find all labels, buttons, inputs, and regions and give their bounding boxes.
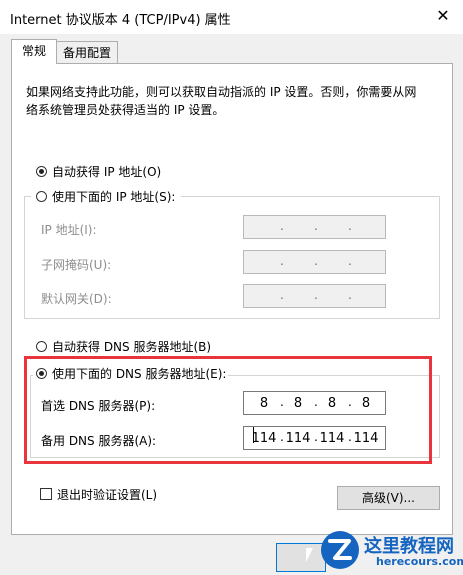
title-bar: Internet 协议版本 4 (TCP/IPv4) 属性 ✕ — [0, 0, 463, 34]
default-gateway-label: 默认网关(D): — [41, 292, 112, 306]
validate-label: 退出时验证设置(L) — [57, 488, 158, 502]
subnet-mask-field[interactable]: ... — [243, 250, 386, 274]
window-title: Internet 协议版本 4 (TCP/IPv4) 属性 — [10, 13, 231, 28]
ip-address-label: IP 地址(I): — [41, 223, 97, 237]
tab-alternate-config[interactable]: 备用配置 — [56, 41, 118, 64]
watermark-url: herecours.com — [376, 555, 463, 568]
subnet-mask-label: 子网掩码(U): — [41, 258, 112, 272]
description-line-2: 络系统管理员处获得适当的 IP 设置。 — [26, 103, 225, 117]
ip-address-field[interactable]: ... — [243, 215, 386, 239]
default-gateway-field[interactable]: ... — [243, 284, 386, 308]
auto-dns-label: 自动获得 DNS 服务器地址(B) — [52, 340, 212, 354]
radio-selected-dot — [39, 169, 44, 174]
auto-ip-label: 自动获得 IP 地址(O) — [52, 165, 162, 179]
close-icon[interactable]: ✕ — [433, 6, 453, 26]
auto-ip-radio[interactable] — [36, 166, 47, 177]
description-line-1: 如果网络支持此功能，则可以获取自动指派的 IP 设置。否则，你需要从网 — [26, 85, 417, 99]
manual-ip-label: 使用下面的 IP 地址(S): — [52, 190, 176, 204]
advanced-button[interactable]: 高级(V)... — [337, 486, 440, 510]
watermark-logo: 这里教程网 herecours.com — [318, 528, 463, 572]
validate-checkbox[interactable] — [40, 488, 52, 500]
auto-dns-radio[interactable] — [36, 341, 47, 352]
highlight-box — [24, 356, 432, 464]
tab-general[interactable]: 常规 — [11, 39, 57, 64]
manual-ip-radio[interactable] — [36, 191, 47, 202]
